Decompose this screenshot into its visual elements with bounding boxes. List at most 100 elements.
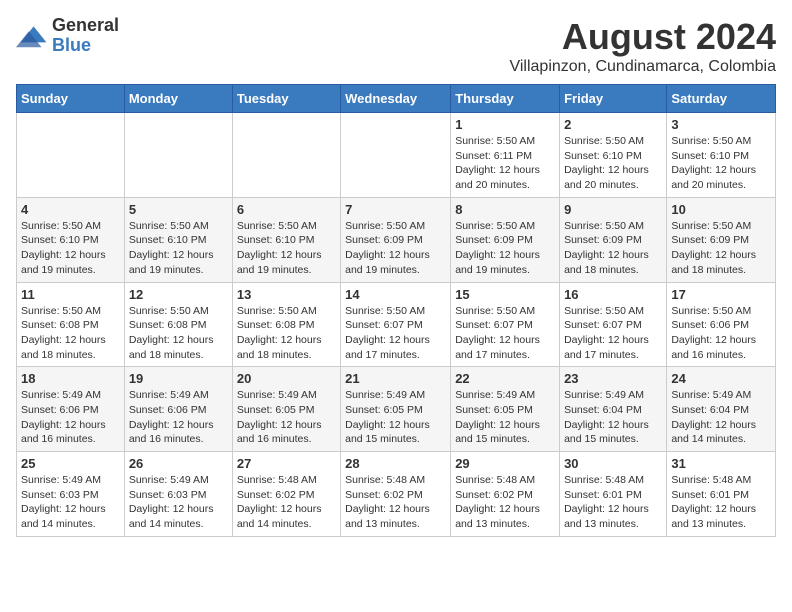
- day-number: 20: [237, 371, 336, 386]
- day-number: 3: [671, 117, 771, 132]
- day-number: 16: [564, 287, 662, 302]
- calendar-cell: [124, 113, 232, 198]
- day-detail: Sunrise: 5:49 AM Sunset: 6:06 PM Dayligh…: [21, 388, 120, 447]
- day-number: 24: [671, 371, 771, 386]
- calendar-cell: 10Sunrise: 5:50 AM Sunset: 6:09 PM Dayli…: [667, 197, 776, 282]
- day-detail: Sunrise: 5:48 AM Sunset: 6:01 PM Dayligh…: [564, 473, 662, 532]
- weekday-header-friday: Friday: [560, 85, 667, 113]
- calendar-cell: 31 Sunrise: 5:48 AM Sunset: 6:01 PM Dayli…: [667, 452, 776, 537]
- day-detail: Sunrise: 5:50 AM Sunset: 6:09 PM Dayligh…: [564, 219, 662, 278]
- calendar-cell: 4 Sunrise: 5:50 AM Sunset: 6:10 PM Daylig…: [17, 197, 125, 282]
- calendar-cell: 7 Sunrise: 5:50 AM Sunset: 6:09 PM Daylig…: [341, 197, 451, 282]
- day-number: 5: [129, 202, 228, 217]
- day-number: 2: [564, 117, 662, 132]
- day-detail: Sunrise: 5:48 AM Sunset: 6:02 PM Dayligh…: [345, 473, 446, 532]
- day-number: 1: [455, 117, 555, 132]
- day-number: 12: [129, 287, 228, 302]
- day-detail: Sunrise: 5:50 AM Sunset: 6:08 PM Dayligh…: [129, 304, 228, 363]
- calendar-cell: 24Sunrise: 5:49 AM Sunset: 6:04 PM Dayli…: [667, 367, 776, 452]
- day-number: 30: [564, 456, 662, 471]
- day-detail: Sunrise: 5:50 AM Sunset: 6:10 PM Dayligh…: [564, 134, 662, 193]
- calendar-cell: 9 Sunrise: 5:50 AM Sunset: 6:09 PM Daylig…: [560, 197, 667, 282]
- day-number: 11: [21, 287, 120, 302]
- calendar-cell: 1 Sunrise: 5:50 AM Sunset: 6:11 PM Daylig…: [451, 113, 560, 198]
- calendar-week-row: 11 Sunrise: 5:50 AM Sunset: 6:08 PM Dayli…: [17, 282, 776, 367]
- calendar-cell: 16 Sunrise: 5:50 AM Sunset: 6:07 PM Dayli…: [560, 282, 667, 367]
- day-detail: Sunrise: 5:48 AM Sunset: 6:02 PM Dayligh…: [455, 473, 555, 532]
- day-detail: Sunrise: 5:49 AM Sunset: 6:05 PM Dayligh…: [345, 388, 446, 447]
- weekday-header-saturday: Saturday: [667, 85, 776, 113]
- day-detail: Sunrise: 5:50 AM Sunset: 6:10 PM Dayligh…: [237, 219, 336, 278]
- day-number: 25: [21, 456, 120, 471]
- day-detail: Sunrise: 5:50 AM Sunset: 6:11 PM Dayligh…: [455, 134, 555, 193]
- calendar-cell: 25Sunrise: 5:49 AM Sunset: 6:03 PM Dayli…: [17, 452, 125, 537]
- day-detail: Sunrise: 5:50 AM Sunset: 6:09 PM Dayligh…: [455, 219, 555, 278]
- logo-blue: Blue: [52, 36, 119, 56]
- day-number: 19: [129, 371, 228, 386]
- day-detail: Sunrise: 5:50 AM Sunset: 6:10 PM Dayligh…: [129, 219, 228, 278]
- day-number: 14: [345, 287, 446, 302]
- day-number: 22: [455, 371, 555, 386]
- day-detail: Sunrise: 5:50 AM Sunset: 6:08 PM Dayligh…: [21, 304, 120, 363]
- calendar-cell: 13 Sunrise: 5:50 AM Sunset: 6:08 PM Dayli…: [232, 282, 340, 367]
- weekday-header-tuesday: Tuesday: [232, 85, 340, 113]
- day-number: 7: [345, 202, 446, 217]
- calendar-cell: 6Sunrise: 5:50 AM Sunset: 6:10 PM Daylig…: [232, 197, 340, 282]
- calendar-cell: 2 Sunrise: 5:50 AM Sunset: 6:10 PM Daylig…: [560, 113, 667, 198]
- calendar-week-row: 25 Sunrise: 5:49 AM Sunset: 6:03 PM Dayli…: [17, 452, 776, 537]
- day-detail: Sunrise: 5:50 AM Sunset: 6:09 PM Dayligh…: [671, 219, 771, 278]
- day-number: 26: [129, 456, 228, 471]
- day-detail: Sunrise: 5:50 AM Sunset: 6:07 PM Dayligh…: [564, 304, 662, 363]
- day-number: 28: [345, 456, 446, 471]
- calendar-cell: 8Sunrise: 5:50 AM Sunset: 6:09 PM Daylig…: [451, 197, 560, 282]
- weekday-header-monday: Monday: [124, 85, 232, 113]
- day-detail: Sunrise: 5:50 AM Sunset: 6:09 PM Dayligh…: [345, 219, 446, 278]
- calendar-cell: 14 Sunrise: 5:50 AM Sunset: 6:07 PM Dayli…: [341, 282, 451, 367]
- calendar-cell: [17, 113, 125, 198]
- calendar-week-row: 4 Sunrise: 5:50 AM Sunset: 6:10 PM Daylig…: [17, 197, 776, 282]
- weekday-header-sunday: Sunday: [17, 85, 125, 113]
- day-detail: Sunrise: 5:49 AM Sunset: 6:05 PM Dayligh…: [237, 388, 336, 447]
- day-detail: Sunrise: 5:50 AM Sunset: 6:10 PM Dayligh…: [671, 134, 771, 193]
- calendar-cell: 28 Sunrise: 5:48 AM Sunset: 6:02 PM Dayli…: [341, 452, 451, 537]
- day-detail: Sunrise: 5:48 AM Sunset: 6:02 PM Dayligh…: [237, 473, 336, 532]
- day-detail: Sunrise: 5:49 AM Sunset: 6:06 PM Dayligh…: [129, 388, 228, 447]
- title-block: August 2024 Villapinzon, Cundinamarca, C…: [509, 16, 776, 76]
- day-detail: Sunrise: 5:50 AM Sunset: 6:10 PM Dayligh…: [21, 219, 120, 278]
- day-detail: Sunrise: 5:50 AM Sunset: 6:07 PM Dayligh…: [345, 304, 446, 363]
- logo-icon: [16, 20, 48, 52]
- calendar-cell: 3 Sunrise: 5:50 AM Sunset: 6:10 PM Daylig…: [667, 113, 776, 198]
- calendar-cell: 26 Sunrise: 5:49 AM Sunset: 6:03 PM Dayli…: [124, 452, 232, 537]
- day-number: 15: [455, 287, 555, 302]
- calendar-cell: 29 Sunrise: 5:48 AM Sunset: 6:02 PM Dayli…: [451, 452, 560, 537]
- day-number: 23: [564, 371, 662, 386]
- day-number: 17: [671, 287, 771, 302]
- logo: General Blue: [16, 16, 119, 56]
- day-number: 9: [564, 202, 662, 217]
- location-subtitle: Villapinzon, Cundinamarca, Colombia: [509, 58, 776, 76]
- weekday-header-thursday: Thursday: [451, 85, 560, 113]
- calendar-table: SundayMondayTuesdayWednesdayThursdayFrid…: [16, 84, 776, 537]
- day-number: 4: [21, 202, 120, 217]
- weekday-header-wednesday: Wednesday: [341, 85, 451, 113]
- logo-text: General Blue: [52, 16, 119, 56]
- calendar-week-row: 18Sunrise: 5:49 AM Sunset: 6:06 PM Dayli…: [17, 367, 776, 452]
- day-detail: Sunrise: 5:50 AM Sunset: 6:08 PM Dayligh…: [237, 304, 336, 363]
- day-detail: Sunrise: 5:49 AM Sunset: 6:03 PM Dayligh…: [129, 473, 228, 532]
- calendar-cell: 19 Sunrise: 5:49 AM Sunset: 6:06 PM Dayli…: [124, 367, 232, 452]
- day-detail: Sunrise: 5:50 AM Sunset: 6:07 PM Dayligh…: [455, 304, 555, 363]
- page-header: General Blue August 2024 Villapinzon, Cu…: [16, 16, 776, 76]
- day-detail: Sunrise: 5:49 AM Sunset: 6:05 PM Dayligh…: [455, 388, 555, 447]
- calendar-cell: [341, 113, 451, 198]
- calendar-cell: 5 Sunrise: 5:50 AM Sunset: 6:10 PM Daylig…: [124, 197, 232, 282]
- day-detail: Sunrise: 5:48 AM Sunset: 6:01 PM Dayligh…: [671, 473, 771, 532]
- day-number: 31: [671, 456, 771, 471]
- day-number: 13: [237, 287, 336, 302]
- calendar-cell: 20 Sunrise: 5:49 AM Sunset: 6:05 PM Dayli…: [232, 367, 340, 452]
- day-number: 27: [237, 456, 336, 471]
- calendar-cell: 22 Sunrise: 5:49 AM Sunset: 6:05 PM Dayli…: [451, 367, 560, 452]
- day-number: 29: [455, 456, 555, 471]
- calendar-cell: 15 Sunrise: 5:50 AM Sunset: 6:07 PM Dayli…: [451, 282, 560, 367]
- day-number: 21: [345, 371, 446, 386]
- month-year-title: August 2024: [509, 16, 776, 58]
